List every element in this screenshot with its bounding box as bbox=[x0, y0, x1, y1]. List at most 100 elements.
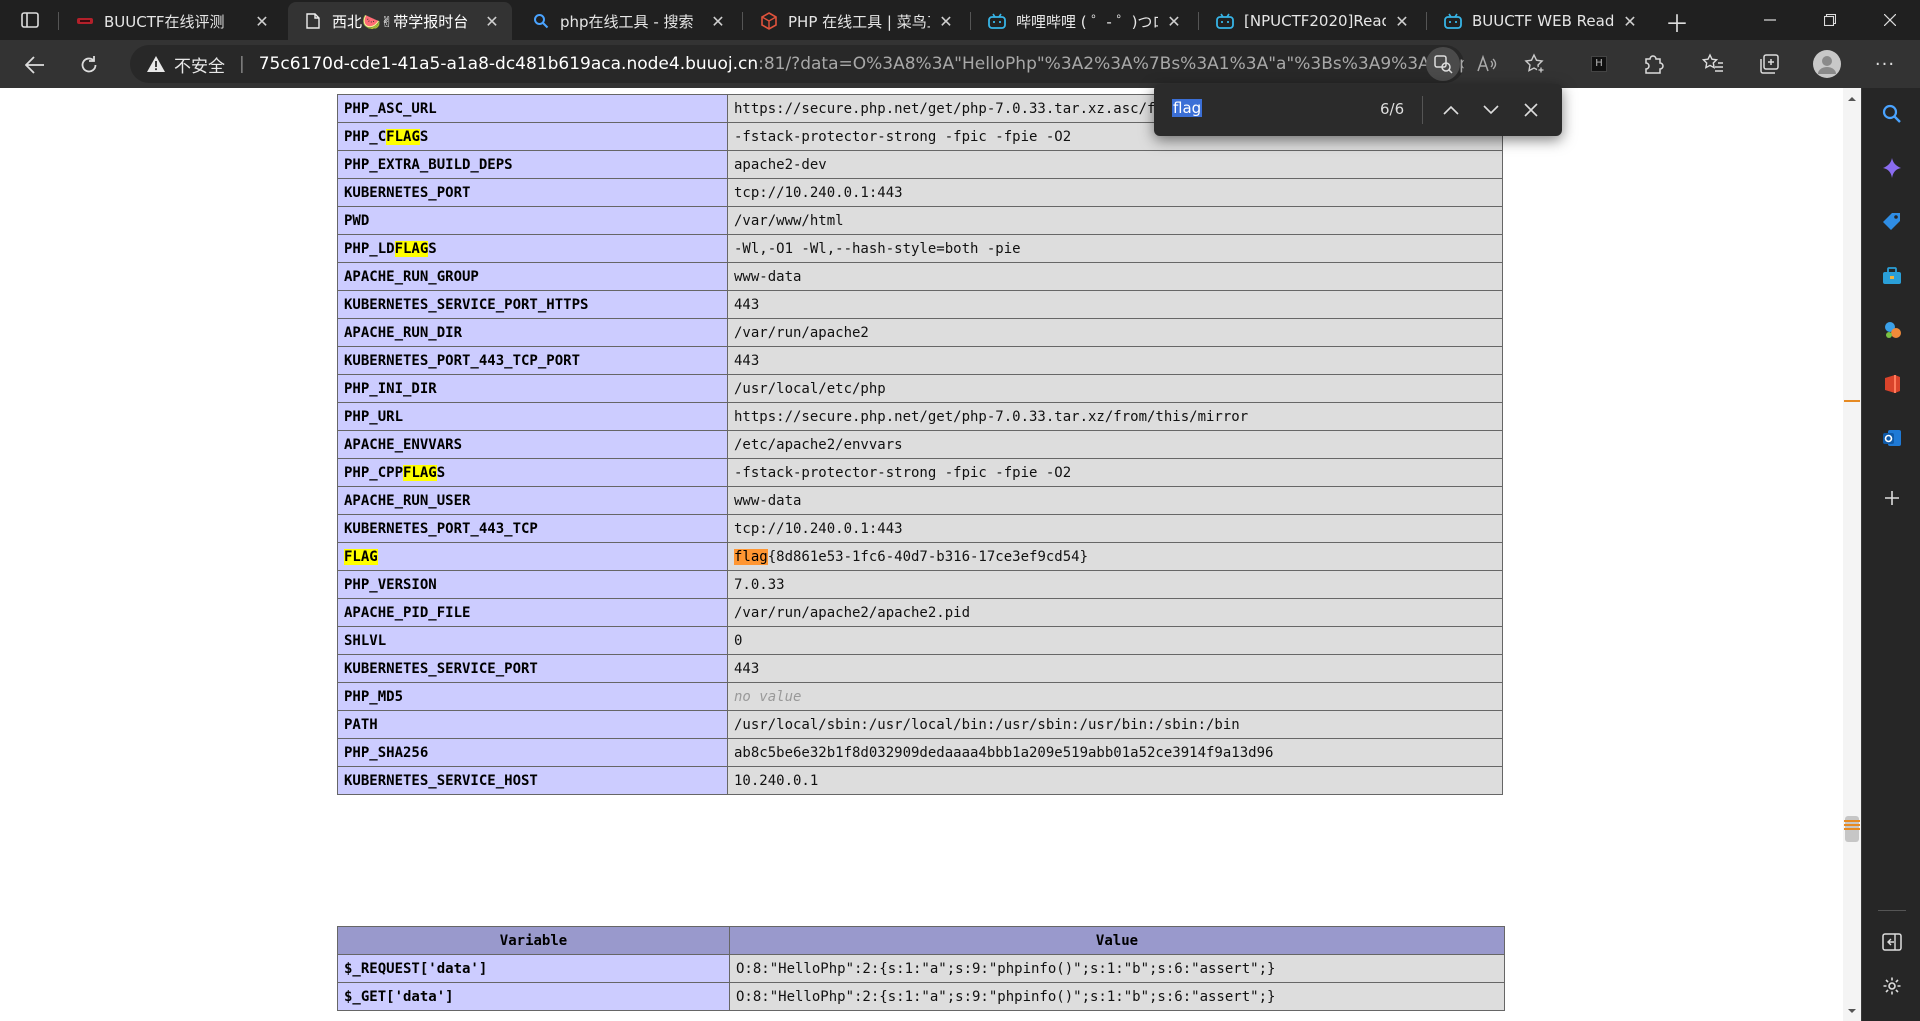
profile-button[interactable] bbox=[1810, 47, 1844, 81]
find-match-marker bbox=[1844, 824, 1860, 826]
extension-h-icon: H bbox=[1591, 56, 1607, 72]
settings-more-button[interactable]: ··· bbox=[1868, 47, 1902, 81]
tab-buuctf[interactable]: BUUCTF在线评测 ✕ bbox=[60, 2, 282, 40]
favorites-button[interactable] bbox=[1696, 47, 1730, 81]
find-query: flag bbox=[1172, 99, 1203, 117]
sidebar-copilot-button[interactable] bbox=[1876, 152, 1908, 184]
chevron-down-icon bbox=[1483, 105, 1499, 115]
find-input[interactable]: flag bbox=[1172, 99, 1203, 117]
close-tab-icon[interactable]: ✕ bbox=[252, 11, 272, 31]
variable-name: $_REQUEST['data'] bbox=[337, 954, 730, 983]
env-name: KUBERNETES_SERVICE_PORT bbox=[337, 654, 728, 683]
variable-value: O:8:"HelloPhp":2:{s:1:"a";s:9:"phpinfo()… bbox=[729, 954, 1505, 983]
env-name: PHP_SHA256 bbox=[337, 738, 728, 767]
tab-active-page[interactable]: 西北🍉✌带学报时台 ✕ bbox=[288, 2, 512, 40]
close-window-button[interactable] bbox=[1860, 0, 1920, 40]
env-name: PHP_CFLAGS bbox=[337, 122, 728, 151]
warning-icon bbox=[146, 55, 166, 73]
tab-separator bbox=[1198, 12, 1199, 30]
env-name: KUBERNETES_PORT_443_TCP_PORT bbox=[337, 346, 728, 375]
sidebar-settings-button[interactable] bbox=[1876, 970, 1908, 1002]
env-name: APACHE_ENVVARS bbox=[337, 430, 728, 459]
close-tab-icon[interactable]: ✕ bbox=[1164, 11, 1184, 31]
reload-icon bbox=[81, 56, 97, 73]
address-bar[interactable]: 不安全 | 75c6170d-cde1-41a5-a1a8-dc481b619a… bbox=[130, 45, 1464, 83]
more-icon: ··· bbox=[1874, 53, 1896, 75]
sidebar-hide-button[interactable] bbox=[1876, 926, 1908, 958]
env-name: SHLVL bbox=[337, 626, 728, 655]
env-row: SHLVL 0 bbox=[337, 626, 1503, 655]
env-row: PHP_LDFLAGS -Wl,-O1 -Wl,--hash-style=both… bbox=[337, 234, 1503, 263]
env-value: 0 bbox=[727, 626, 1503, 655]
sidebar-tools-button[interactable] bbox=[1876, 260, 1908, 292]
bilibili-favicon bbox=[1216, 12, 1234, 30]
new-tab-button[interactable]: ＋ bbox=[1662, 6, 1692, 38]
scroll-down-icon[interactable] bbox=[1847, 1006, 1857, 1016]
env-row: KUBERNETES_SERVICE_HOST 10.240.0.1 bbox=[337, 766, 1503, 795]
sidebar-search-button[interactable] bbox=[1876, 98, 1908, 130]
add-favorite-button[interactable] bbox=[1518, 47, 1552, 81]
tab-separator bbox=[58, 12, 59, 30]
scroll-up-icon[interactable] bbox=[1847, 94, 1857, 104]
env-name: PHP_URL bbox=[337, 402, 728, 431]
back-button[interactable] bbox=[18, 48, 52, 82]
vertical-scrollbar[interactable] bbox=[1843, 88, 1861, 1021]
close-tab-icon[interactable]: ✕ bbox=[708, 11, 728, 31]
env-name: APACHE_RUN_USER bbox=[337, 486, 728, 515]
env-row: APACHE_RUN_DIR/var/run/apache2 bbox=[337, 318, 1503, 347]
env-row: PHP_CPPFLAGS -fstack-protector-strong -fp… bbox=[337, 458, 1503, 487]
tab-bilibili-3[interactable]: BUUCTF WEB ReadlezPHP ✕ bbox=[1428, 2, 1650, 40]
tab-search[interactable]: php在线工具 - 搜索 ✕ bbox=[516, 2, 738, 40]
find-current-match: flag bbox=[734, 548, 768, 565]
env-value: /etc/apache2/envvars bbox=[727, 430, 1503, 459]
address-separator: | bbox=[239, 54, 245, 74]
tab-actions-button[interactable] bbox=[10, 6, 50, 34]
favorites-list-icon bbox=[1702, 53, 1723, 72]
env-value: /usr/local/etc/php bbox=[727, 374, 1503, 403]
sidebar-outlook-button[interactable] bbox=[1876, 422, 1908, 454]
tab-title: 哔哩哔哩 ( ゜- ゜)つロ bbox=[1016, 12, 1158, 31]
extension-button[interactable]: H bbox=[1582, 47, 1616, 81]
tab-runoob[interactable]: PHP 在线工具 | 菜鸟工 ✕ bbox=[744, 2, 966, 40]
restore-button[interactable] bbox=[1800, 0, 1860, 40]
collections-button[interactable] bbox=[1752, 47, 1786, 81]
find-previous-button[interactable] bbox=[1436, 95, 1466, 125]
env-value: tcp://10.240.0.1:443 bbox=[727, 178, 1503, 207]
read-aloud-icon bbox=[1477, 54, 1497, 72]
environment-table: PHP_ASC_URL https://secure.php.net/get/ph… bbox=[337, 94, 1503, 795]
reload-button[interactable] bbox=[72, 48, 106, 82]
tab-bilibili-2[interactable]: [NPUCTF2020]ReadlezPHP ✕ bbox=[1200, 2, 1422, 40]
find-next-button[interactable] bbox=[1476, 95, 1506, 125]
find-close-button[interactable] bbox=[1516, 95, 1546, 125]
close-tab-icon[interactable]: ✕ bbox=[482, 11, 502, 31]
restore-icon bbox=[1824, 14, 1836, 26]
page-content: PHP_ASC_URL https://secure.php.net/get/ph… bbox=[0, 88, 1843, 1021]
close-tab-icon[interactable]: ✕ bbox=[936, 11, 956, 31]
read-aloud-button[interactable] bbox=[1470, 47, 1504, 81]
sidebar-shopping-button[interactable] bbox=[1876, 206, 1908, 238]
sidebar-games-button[interactable] bbox=[1876, 314, 1908, 346]
collections-icon bbox=[1760, 54, 1779, 74]
env-row: APACHE_RUN_USER www-data bbox=[337, 486, 1503, 515]
bilibili-favicon bbox=[1444, 12, 1462, 30]
search-favicon bbox=[532, 12, 550, 30]
find-match-marker bbox=[1844, 400, 1860, 402]
tab-actions-icon bbox=[21, 12, 39, 28]
close-tab-icon[interactable]: ✕ bbox=[1620, 11, 1640, 31]
page-translate-button[interactable] bbox=[1426, 47, 1460, 81]
sidebar-office-button[interactable] bbox=[1876, 368, 1908, 400]
minimize-icon bbox=[1764, 19, 1776, 21]
tab-bilibili-1[interactable]: 哔哩哔哩 ( ゜- ゜)つロ ✕ bbox=[972, 2, 1194, 40]
security-label[interactable]: 不安全 bbox=[174, 52, 225, 77]
tab-separator bbox=[1426, 12, 1427, 30]
env-name: PHP_INI_DIR bbox=[337, 374, 728, 403]
env-value: 443 bbox=[727, 346, 1503, 375]
close-tab-icon[interactable]: ✕ bbox=[1392, 11, 1412, 31]
close-icon bbox=[1884, 14, 1896, 26]
tab-title: BUUCTF在线评测 bbox=[104, 12, 225, 31]
extensions-button[interactable] bbox=[1636, 47, 1670, 81]
close-icon bbox=[1524, 103, 1538, 117]
sidebar-add-button[interactable] bbox=[1876, 482, 1908, 514]
env-name: PHP_VERSION bbox=[337, 570, 728, 599]
minimize-button[interactable] bbox=[1740, 0, 1800, 40]
